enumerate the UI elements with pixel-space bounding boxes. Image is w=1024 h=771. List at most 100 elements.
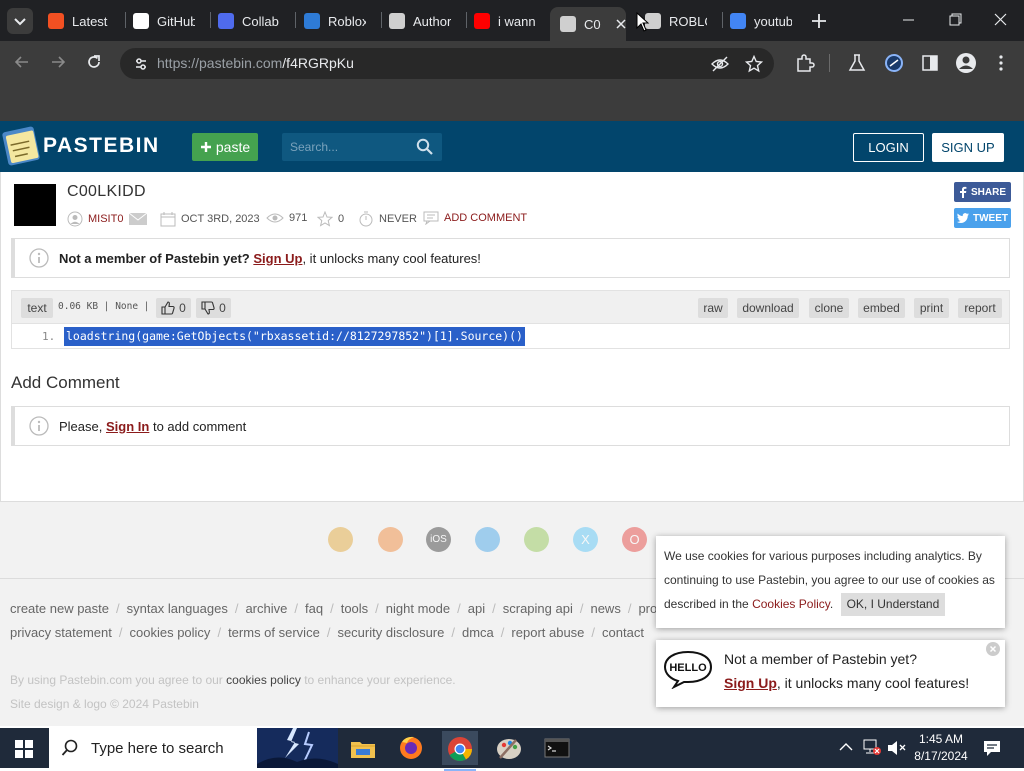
signup-button[interactable]: SIGN UP: [932, 133, 1004, 162]
footer-link[interactable]: pro: [638, 601, 657, 616]
clone-button[interactable]: clone: [809, 298, 849, 318]
code-block[interactable]: 1. loadstring(game:GetObjects("rbxasseti…: [11, 324, 1010, 349]
profile-avatar-icon[interactable]: [955, 52, 977, 74]
volume-muted-icon[interactable]: [886, 739, 906, 757]
browser-tab-4[interactable]: Roblox: [304, 7, 366, 35]
member-popup-line2: Sign Up, it unlocks many cool features!: [724, 675, 969, 691]
browser-tab-9[interactable]: youtub: [730, 7, 792, 35]
close-tab-icon[interactable]: [615, 18, 626, 30]
star-bookmark-icon[interactable]: [745, 55, 763, 73]
file-explorer-icon[interactable]: [348, 734, 378, 762]
browser-tab-2[interactable]: GitHub: [133, 7, 195, 35]
windows-start-icon[interactable]: [14, 739, 34, 759]
share-twitter-button[interactable]: TWEET: [954, 208, 1011, 228]
eye-slash-icon[interactable]: [711, 56, 729, 72]
report-button[interactable]: report: [958, 298, 1002, 318]
search-input[interactable]: [282, 133, 412, 161]
footer-link[interactable]: cookies policy: [130, 625, 211, 640]
address-bar[interactable]: https://pastebin.com/f4RGRpKu: [120, 48, 774, 79]
browser-tab-6[interactable]: i wann: [474, 7, 536, 35]
dislike-button[interactable]: 0: [196, 298, 231, 318]
browser-tab-3[interactable]: Collab: [218, 7, 280, 35]
code-line[interactable]: loadstring(game:GetObjects("rbxassetid:/…: [64, 327, 525, 346]
browser-tab-8[interactable]: ROBLO: [645, 7, 707, 35]
firefox-icon[interactable]: [378, 527, 403, 552]
forward-button[interactable]: [48, 52, 68, 72]
notifications-icon[interactable]: [982, 738, 1002, 758]
taskbar-search[interactable]: Type here to search: [49, 728, 338, 768]
share-facebook-button[interactable]: SHARE: [954, 182, 1011, 202]
print-button[interactable]: print: [914, 298, 949, 318]
add-comment-link[interactable]: ADD COMMENT: [423, 211, 527, 225]
paint-icon[interactable]: [494, 734, 524, 762]
close-popup-button[interactable]: [986, 642, 1000, 656]
footer-link[interactable]: tools: [341, 601, 368, 616]
x-icon[interactable]: X: [573, 527, 598, 552]
footer-link[interactable]: night mode: [386, 601, 450, 616]
extension-circle-icon[interactable]: [884, 53, 904, 73]
minimize-button[interactable]: [898, 10, 920, 30]
cookie-accept-button[interactable]: OK, I Understand: [840, 593, 946, 616]
footer-link[interactable]: news: [590, 601, 620, 616]
footer-link[interactable]: api: [468, 601, 485, 616]
footer-link[interactable]: scraping api: [503, 601, 573, 616]
opera-icon[interactable]: O: [622, 527, 647, 552]
flask-icon[interactable]: [848, 53, 866, 73]
search-icon[interactable]: [416, 138, 434, 156]
pastebin-logo-icon[interactable]: [2, 125, 40, 167]
chrome-icon: [448, 737, 472, 762]
browser-tab-1[interactable]: Latest: [48, 7, 110, 35]
chrome-icon[interactable]: [328, 527, 353, 552]
star-icon[interactable]: [317, 211, 333, 227]
download-button[interactable]: download: [737, 298, 799, 318]
author-avatar[interactable]: [14, 184, 56, 226]
add-comment-label[interactable]: ADD COMMENT: [444, 212, 527, 224]
footer-link[interactable]: report abuse: [511, 625, 584, 640]
extensions-icon[interactable]: [795, 53, 815, 73]
footer-link[interactable]: create new paste: [10, 601, 109, 616]
envelope-icon[interactable]: [128, 212, 148, 226]
raw-button[interactable]: raw: [698, 298, 728, 318]
new-tab-button[interactable]: [808, 10, 830, 32]
back-button[interactable]: [12, 52, 32, 72]
footer-cookie-link[interactable]: cookies policy: [226, 673, 301, 687]
firefox-icon[interactable]: [396, 734, 426, 762]
kebab-menu-icon[interactable]: [994, 53, 1008, 73]
footer-link[interactable]: security disclosure: [337, 625, 444, 640]
chrome-taskbar-button[interactable]: [442, 731, 478, 771]
embed-button[interactable]: embed: [858, 298, 905, 318]
android-icon[interactable]: [524, 527, 549, 552]
new-paste-button[interactable]: paste: [192, 133, 258, 161]
notice-signup-link[interactable]: Sign Up: [253, 251, 302, 266]
footer-link[interactable]: archive: [245, 601, 287, 616]
network-icon[interactable]: [862, 738, 882, 756]
footer-link[interactable]: terms of service: [228, 625, 320, 640]
close-window-button[interactable]: [990, 10, 1012, 30]
footer-link[interactable]: contact: [602, 625, 644, 640]
site-logo[interactable]: PASTEBIN: [43, 134, 160, 158]
side-panel-icon[interactable]: [921, 54, 939, 72]
ios-icon[interactable]: iOS: [426, 527, 451, 552]
system-clock[interactable]: 1:45 AM 8/17/2024: [912, 731, 970, 765]
login-button[interactable]: LOGIN: [853, 133, 924, 162]
timer-icon: [359, 211, 373, 227]
signin-link[interactable]: Sign In: [106, 419, 149, 434]
browser-tab-5[interactable]: Author: [389, 7, 451, 35]
footer-link[interactable]: faq: [305, 601, 323, 616]
footer-link[interactable]: dmca: [462, 625, 494, 640]
terminal-icon[interactable]: [542, 734, 572, 762]
cookies-policy-link[interactable]: Cookies Policy: [752, 597, 830, 611]
reload-button[interactable]: [84, 52, 104, 72]
footer-link[interactable]: privacy statement: [10, 625, 112, 640]
restore-button[interactable]: [944, 10, 966, 30]
footer-link[interactable]: syntax languages: [127, 601, 228, 616]
browser-tab-7[interactable]: C0: [550, 7, 626, 41]
chevron-up-icon[interactable]: [838, 740, 854, 754]
author-link[interactable]: MISIT0: [88, 213, 123, 225]
syntax-badge[interactable]: text: [21, 298, 53, 318]
tab-search-button[interactable]: [7, 8, 33, 34]
arrow-right-icon: [52, 56, 66, 68]
member-popup-signup-link[interactable]: Sign Up: [724, 675, 777, 691]
windows-icon[interactable]: [475, 527, 500, 552]
like-button[interactable]: 0: [156, 298, 191, 318]
